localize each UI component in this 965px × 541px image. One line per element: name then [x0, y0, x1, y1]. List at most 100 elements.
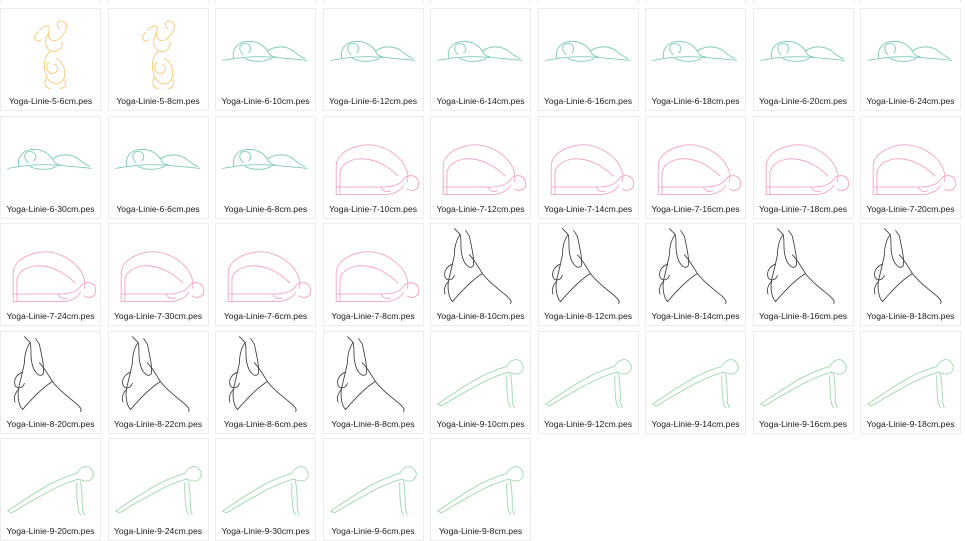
file-item[interactable]: Yoga-Linie-7-24cm.pes [0, 223, 101, 326]
file-item[interactable]: Yoga-Linie-9-18cm.pes [860, 330, 961, 434]
line-art-stroke [361, 361, 405, 412]
line-art-stroke [335, 178, 404, 188]
dolphin-pose-figure [110, 226, 209, 308]
file-item[interactable]: Yoga-Linie-8-10cm.pes [430, 223, 531, 326]
line-art-stroke [380, 293, 391, 300]
file-item[interactable]: Yoga-Linie-7-16cm.pes [645, 115, 746, 219]
line-art-stroke [446, 157, 506, 195]
line-art-stroke [721, 374, 726, 408]
file-item[interactable]: Yoga-Linie-7-6cm.pes [215, 223, 316, 326]
file-item[interactable]: Yoga-Linie-9-6cm.pes [322, 438, 424, 541]
line-art-stroke [882, 273, 913, 302]
file-item[interactable]: Yoga-Linie-8-22cm.pes [107, 330, 209, 434]
line-art-stroke [442, 473, 508, 508]
line-art-stroke [759, 399, 769, 406]
file-item[interactable]: Yoga-Linie-5-6cm.pes [0, 8, 101, 111]
line-art-stroke [662, 233, 676, 302]
file-item[interactable]: Yoga-Linie-7-8cm.pes [322, 223, 424, 326]
file-item[interactable]: Yoga-Linie-8-18cm.pes [860, 223, 961, 326]
file-item[interactable]: Yoga-Linie-5-8cm.pes [107, 8, 209, 111]
file-item[interactable]: Yoga-Linie-6-8cm.pes [215, 115, 316, 219]
file-item[interactable]: Yoga-Linie-8-20cm.pes [0, 330, 101, 434]
file-item[interactable]: Yoga-Linie-8-14cm.pes [645, 223, 746, 326]
line-art-stroke [669, 43, 682, 56]
line-art-stroke [872, 178, 941, 188]
line-art-stroke [57, 293, 68, 300]
line-art-stroke [774, 273, 806, 302]
line-art-stroke [617, 373, 623, 408]
line-art-stroke [595, 186, 606, 192]
file-item[interactable]: Yoga-Linie-6-30cm.pes [0, 115, 101, 219]
line-art-stroke [335, 286, 404, 295]
line-art-stroke [17, 341, 31, 410]
thumbnail-line-art [34, 20, 67, 89]
file-item[interactable]: Yoga-Linie-7-12cm.pes [430, 115, 531, 219]
file-name: Yoga-Linie-7-20cm.pes [866, 203, 955, 214]
line-art-stroke [352, 58, 380, 62]
line-art-stroke [398, 482, 404, 516]
plank-pose-figure [540, 334, 639, 416]
line-art-stroke [567, 58, 595, 62]
clipped-file-item-edge [0, 0, 101, 3]
line-art-stroke [222, 56, 308, 61]
file-item[interactable]: Yoga-Linie-6-6cm.pes [107, 115, 209, 219]
file-item[interactable]: Yoga-Linie-8-8cm.pes [322, 330, 424, 434]
file-item[interactable]: Yoga-Linie-7-30cm.pes [107, 223, 209, 326]
file-item[interactable]: Yoga-Linie-7-10cm.pes [322, 115, 424, 219]
plank-pose-figure [2, 441, 101, 523]
thumbnail-line-art [765, 143, 849, 195]
file-item[interactable]: Yoga-Linie-6-16cm.pes [537, 8, 639, 111]
file-name: Yoga-Linie-7-30cm.pes [113, 311, 203, 321]
file-item[interactable]: Yoga-Linie-6-18cm.pes [645, 8, 746, 111]
file-item[interactable]: Yoga-Linie-6-12cm.pes [322, 8, 424, 111]
file-item[interactable]: Yoga-Linie-8-16cm.pes [752, 223, 854, 326]
file-name: Yoga-Linie-6-20cm.pes [758, 96, 848, 106]
file-item[interactable]: Yoga-Linie-9-8cm.pes [430, 438, 531, 541]
line-art-stroke [76, 482, 81, 516]
line-art-stroke [346, 43, 359, 56]
file-item[interactable]: Yoga-Linie-7-18cm.pes [752, 115, 854, 219]
line-art-stroke [437, 56, 523, 61]
thumbnail-line-art [867, 40, 953, 62]
file-item[interactable]: Yoga-Linie-9-20cm.pes [0, 438, 101, 541]
line-art-stroke [141, 31, 150, 42]
file-item[interactable]: Yoga-Linie-9-10cm.pes [430, 330, 531, 434]
line-art-stroke [884, 43, 897, 56]
line-art-stroke [7, 163, 93, 169]
line-art-stroke [291, 482, 296, 516]
file-item[interactable]: Yoga-Linie-9-30cm.pes [215, 438, 316, 541]
file-item[interactable]: Yoga-Linie-9-14cm.pes [645, 330, 746, 434]
thumbnail-line-art [227, 251, 312, 303]
file-item[interactable]: Yoga-Linie-6-20cm.pes [752, 8, 854, 111]
clipped-file-item-edge [322, 0, 424, 3]
file-item[interactable]: Yoga-Linie-7-14cm.pes [537, 115, 639, 219]
file-item[interactable]: Yoga-Linie-9-24cm.pes [107, 438, 209, 541]
file-name: Yoga-Linie-7-12cm.pes [436, 203, 525, 214]
line-art-stroke [667, 273, 698, 302]
file-name: Yoga-Linie-7-18cm.pes [758, 203, 848, 214]
line-art-stroke [765, 178, 834, 188]
line-art-stroke [782, 58, 810, 62]
file-item[interactable]: Yoga-Linie-9-12cm.pes [537, 330, 639, 434]
file-name: Yoga-Linie-7-10cm.pes [328, 203, 418, 214]
line-art-stroke [550, 178, 619, 188]
file-item[interactable]: Yoga-Linie-9-16cm.pes [752, 330, 854, 434]
file-item[interactable]: Yoga-Linie-7-20cm.pes [860, 115, 961, 219]
thumbnail-line-art [544, 358, 632, 408]
line-art-stroke [227, 291, 296, 303]
triangle-pose-figure [110, 334, 209, 416]
thumbnail-line-art [867, 358, 954, 408]
line-art-stroke [272, 293, 283, 300]
line-art-stroke [724, 174, 742, 191]
line-art-stroke [338, 265, 398, 303]
plank-pose-figure [862, 334, 961, 416]
file-item[interactable]: Yoga-Linie-8-12cm.pes [537, 223, 639, 326]
file-item[interactable]: Yoga-Linie-6-14cm.pes [430, 8, 531, 111]
file-item[interactable]: Yoga-Linie-8-6cm.pes [215, 330, 316, 434]
file-item[interactable]: Yoga-Linie-6-10cm.pes [215, 8, 316, 111]
line-art-stroke [437, 506, 446, 514]
line-art-stroke [244, 165, 272, 170]
line-art-stroke [509, 174, 527, 191]
file-item[interactable]: Yoga-Linie-6-24cm.pes [860, 8, 961, 111]
line-art-stroke [131, 335, 152, 376]
